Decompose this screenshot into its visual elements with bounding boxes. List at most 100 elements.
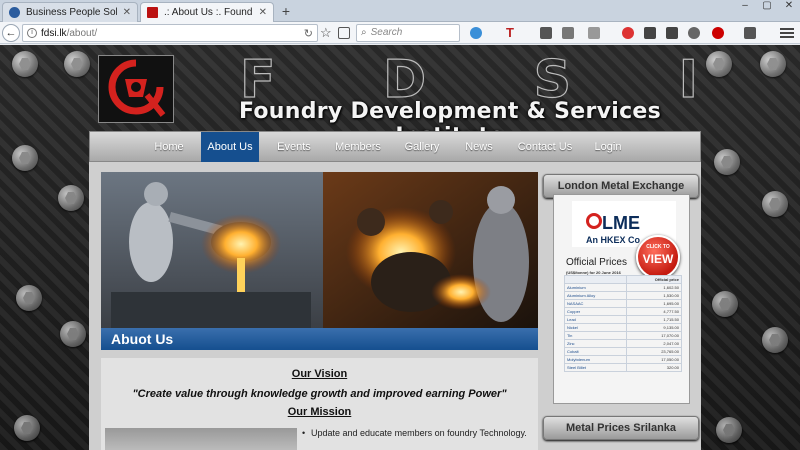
bolt-decoration — [712, 291, 738, 317]
metal-price: 4,777.50 — [626, 307, 682, 316]
fdsi-letters: F D S I — [239, 49, 700, 110]
browser-tab-about[interactable]: .: About Us :. Foundry Deve... ✕ — [140, 2, 274, 22]
metal-price: 1,695.00 — [626, 299, 682, 308]
menu-icon[interactable] — [780, 26, 794, 40]
table-row: Copper 4,777.50 — [563, 307, 682, 316]
metal-price: 320.00 — [626, 363, 682, 372]
browser-tabbar: Business People Solutions ✕ .: About Us … — [0, 0, 800, 22]
bolt-decoration — [762, 191, 788, 217]
table-header-row: Official price — [563, 275, 682, 284]
close-tab-icon[interactable]: ✕ — [123, 7, 131, 18]
bolt-decoration — [14, 415, 40, 441]
table-row: Aluminium 1,602.50 — [563, 283, 682, 292]
maximize-icon[interactable]: ▢ — [756, 0, 778, 14]
search-placeholder: Search — [370, 27, 403, 38]
browser-search-input[interactable]: ⌕ Search — [356, 24, 460, 42]
bolt-decoration — [714, 149, 740, 175]
reload-icon[interactable]: ↻ — [304, 27, 313, 40]
table-row: NASAAC 1,695.00 — [563, 299, 682, 308]
price-header: Official price — [626, 275, 682, 284]
info-icon[interactable]: i — [27, 28, 37, 38]
about-content: Our Vision "Create value through knowled… — [101, 358, 538, 450]
click-to-view-button[interactable]: CLICK TO VIEW — [636, 235, 680, 279]
tab-title: Business People Solutions — [26, 7, 117, 18]
logo-letter: D — [382, 49, 429, 110]
adblock-icon[interactable] — [712, 27, 724, 39]
content-image — [105, 428, 297, 450]
skype-icon[interactable] — [470, 27, 482, 39]
close-window-icon[interactable]: ✕ — [778, 0, 800, 14]
metal-price: 17,050.00 — [626, 355, 682, 364]
emoji-icon[interactable] — [688, 27, 700, 39]
main-menu: Home About Us Events Members Gallery New… — [89, 131, 701, 162]
library-icon[interactable] — [588, 27, 600, 39]
metal-name: Aluminium Alloy — [563, 291, 628, 300]
screenshot-icon[interactable] — [540, 27, 552, 39]
menu-item-members[interactable]: Members — [333, 132, 383, 162]
bolt-decoration — [762, 327, 788, 353]
back-button[interactable]: ← — [2, 24, 20, 42]
metal-name: Nickel — [563, 323, 628, 332]
new-tab-button[interactable]: + — [278, 2, 294, 20]
metal-price: 9,135.00 — [626, 323, 682, 332]
menu-item-news[interactable]: News — [464, 132, 494, 162]
lme-ring-icon — [586, 213, 602, 229]
pocket-icon[interactable] — [622, 27, 634, 39]
url-host: fdsi.lk — [41, 27, 67, 39]
metal-name: Steel Billet — [563, 363, 628, 372]
text-tool-icon[interactable]: T — [506, 26, 518, 39]
reader-view-icon[interactable] — [338, 27, 350, 39]
menu-item-home[interactable]: Home — [147, 132, 191, 162]
click-to-label: CLICK TO — [646, 244, 670, 250]
lme-widget[interactable]: LME An HKEX Co CLICK TO VIEW Official Pr… — [553, 194, 690, 404]
table-row: Nickel 9,135.00 — [563, 323, 682, 332]
metal-name: Tin — [563, 331, 628, 340]
bolt-decoration — [16, 285, 42, 311]
vision-text: "Create value through knowledge growth a… — [132, 388, 507, 400]
url-path: /about/ — [66, 27, 98, 39]
bolt-decoration — [12, 51, 38, 77]
srilanka-prices-heading: Metal Prices Srilanka — [543, 416, 699, 440]
mission-list-item: Update and educate members on foundry Te… — [302, 428, 527, 438]
bolt-decoration — [60, 321, 86, 347]
extension-icon[interactable] — [744, 27, 756, 39]
bolt-decoration — [706, 51, 732, 77]
browser-tab-business[interactable]: Business People Solutions ✕ — [2, 2, 138, 22]
metal-name: Molybdenum — [563, 355, 628, 364]
metal-price: 1,530.00 — [626, 291, 682, 300]
metal-name: Aluminium — [563, 283, 628, 292]
logo-letter: S — [533, 49, 574, 110]
metal-name: Cobalt — [563, 347, 628, 356]
menu-item-events[interactable]: Events — [274, 132, 314, 162]
table-row: Lead 1,715.50 — [563, 315, 682, 324]
url-bar[interactable]: i fdsi.lk/about/ ↻ — [22, 24, 318, 42]
menu-item-contact-us[interactable]: Contact Us — [517, 132, 573, 162]
bolt-decoration — [12, 145, 38, 171]
fdsi-logo[interactable] — [98, 55, 174, 123]
bolt-decoration — [716, 417, 742, 443]
bookmark-star-icon[interactable]: ☆ — [320, 24, 334, 42]
view-label: VIEW — [642, 252, 674, 266]
metal-price: 1,602.50 — [626, 283, 682, 292]
menu-item-login[interactable]: Login — [593, 132, 623, 162]
close-tab-icon[interactable]: ✕ — [259, 7, 267, 18]
menu-item-about-us[interactable]: About Us — [201, 132, 259, 162]
price-table: Official price Aluminium 1,602.50 Alumini… — [563, 275, 682, 372]
table-row: Aluminium Alloy 1,530.00 — [563, 291, 682, 300]
tab-title: .: About Us :. Foundry Deve... — [164, 7, 253, 18]
home-icon[interactable] — [666, 27, 678, 39]
lme-subtitle: An HKEX Co — [586, 235, 640, 245]
ladle-logo-icon — [108, 59, 166, 117]
minimize-icon[interactable]: – — [734, 0, 756, 14]
table-row: Molybdenum 17,050.00 — [563, 355, 682, 364]
browser-navbar: ← i fdsi.lk/about/ ↻ ☆ ⌕ Search T — [0, 22, 800, 44]
menu-item-gallery[interactable]: Gallery — [403, 132, 441, 162]
download-icon[interactable] — [644, 27, 656, 39]
metal-name: Lead — [563, 315, 628, 324]
foundry-banner-image — [101, 172, 538, 328]
tools-icon[interactable] — [562, 27, 574, 39]
table-row: Zinc 2,047.00 — [563, 339, 682, 348]
search-icon: ⌕ — [361, 27, 367, 38]
table-row: Cobalt 23,765.00 — [563, 347, 682, 356]
mission-heading: Our Mission — [287, 406, 352, 418]
